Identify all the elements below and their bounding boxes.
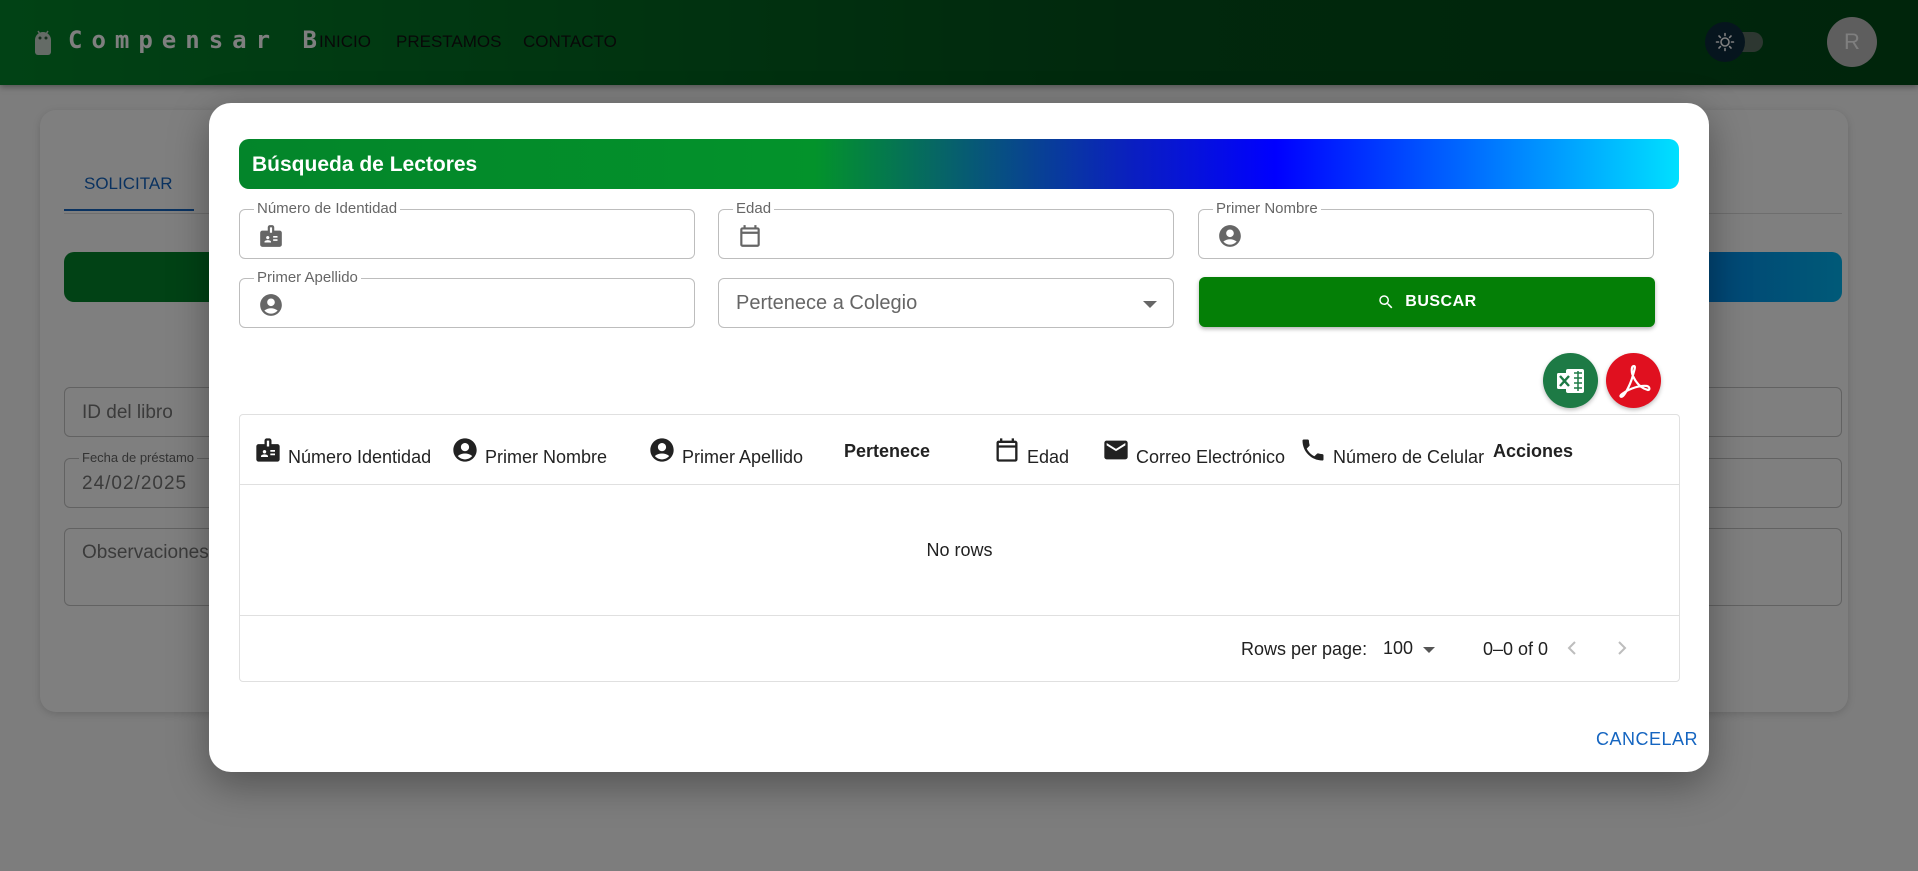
dialog-header: Búsqueda de Lectores: [239, 139, 1679, 189]
calendar-icon: [740, 225, 760, 247]
identity-number-label: Número de Identidad: [254, 200, 401, 217]
first-name-field[interactable]: Primer Nombre: [1198, 200, 1654, 259]
column-first-name[interactable]: Primer Nombre: [451, 415, 607, 485]
dialog-title: Búsqueda de Lectores: [252, 153, 478, 176]
column-label: Acciones: [1493, 440, 1574, 461]
no-rows-text: No rows: [926, 539, 993, 560]
last-name-field[interactable]: Primer Apellido: [239, 269, 695, 328]
empty-state: No rows: [240, 485, 1679, 615]
cancel-button[interactable]: CANCELAR: [1596, 729, 1698, 750]
table-header: Número Identidad Primer Nombre Primer Ap…: [240, 415, 1679, 485]
account-circle-icon: [260, 294, 282, 316]
export-pdf-button[interactable]: [1606, 353, 1661, 408]
column-label: Primer Nombre: [485, 446, 608, 467]
rows-per-page-label: Rows per page:: [1241, 639, 1368, 659]
rows-per-page-select[interactable]: 100: [1383, 629, 1443, 669]
search-icon: [1379, 295, 1393, 309]
excel-icon: [1556, 368, 1584, 393]
column-last-name[interactable]: Primer Apellido: [648, 415, 803, 485]
column-belongs[interactable]: Pertenece: [844, 415, 930, 485]
identity-number-field[interactable]: Número de Identidad: [239, 200, 695, 259]
export-excel-button[interactable]: [1543, 353, 1598, 408]
phone-icon: [1302, 439, 1324, 461]
chevron-right-icon[interactable]: [1610, 636, 1634, 660]
readers-table: Número Identidad Primer Nombre Primer Ap…: [239, 414, 1680, 682]
search-button[interactable]: BUSCAR: [1199, 277, 1655, 327]
rows-per-page-value: 100: [1383, 638, 1414, 658]
school-select-placeholder: Pertenece a Colegio: [736, 292, 918, 314]
age-field[interactable]: Edad: [718, 200, 1174, 259]
last-name-label: Primer Apellido: [254, 269, 361, 286]
mail-icon: [1104, 440, 1128, 460]
dropdown-caret-icon: [1423, 647, 1435, 653]
badge-icon: [260, 225, 282, 247]
column-label: Primer Apellido: [682, 446, 804, 467]
search-button-label: BUSCAR: [1405, 293, 1477, 310]
table-footer: Rows per page: 100 0–0 of 0: [240, 615, 1679, 681]
column-label: Número de Celular: [1333, 446, 1485, 467]
column-label: Número Identidad: [288, 446, 432, 467]
age-label: Edad: [733, 200, 775, 217]
column-phone[interactable]: Número de Celular: [1299, 415, 1484, 485]
pdf-icon: [1618, 364, 1650, 398]
pagination-range: 0–0 of 0: [1483, 639, 1549, 659]
column-age[interactable]: Edad: [993, 415, 1069, 485]
column-identity[interactable]: Número Identidad: [254, 415, 431, 485]
account-circle-icon: [453, 438, 477, 462]
column-label: Edad: [1027, 446, 1070, 467]
column-label: Pertenece: [844, 440, 931, 461]
first-name-label: Primer Nombre: [1213, 200, 1321, 217]
reader-search-dialog: Búsqueda de Lectores Número de Identidad…: [209, 103, 1709, 772]
dropdown-caret-icon: [1143, 301, 1157, 308]
column-actions: Acciones: [1493, 415, 1573, 485]
account-circle-icon: [650, 438, 674, 462]
badge-icon: [256, 438, 280, 462]
column-email[interactable]: Correo Electrónico: [1102, 415, 1285, 485]
column-label: Correo Electrónico: [1136, 446, 1286, 467]
chevron-left-icon[interactable]: [1560, 636, 1584, 660]
calendar-icon: [996, 438, 1018, 462]
school-select[interactable]: Pertenece a Colegio: [718, 278, 1174, 328]
account-circle-icon: [1219, 225, 1241, 247]
